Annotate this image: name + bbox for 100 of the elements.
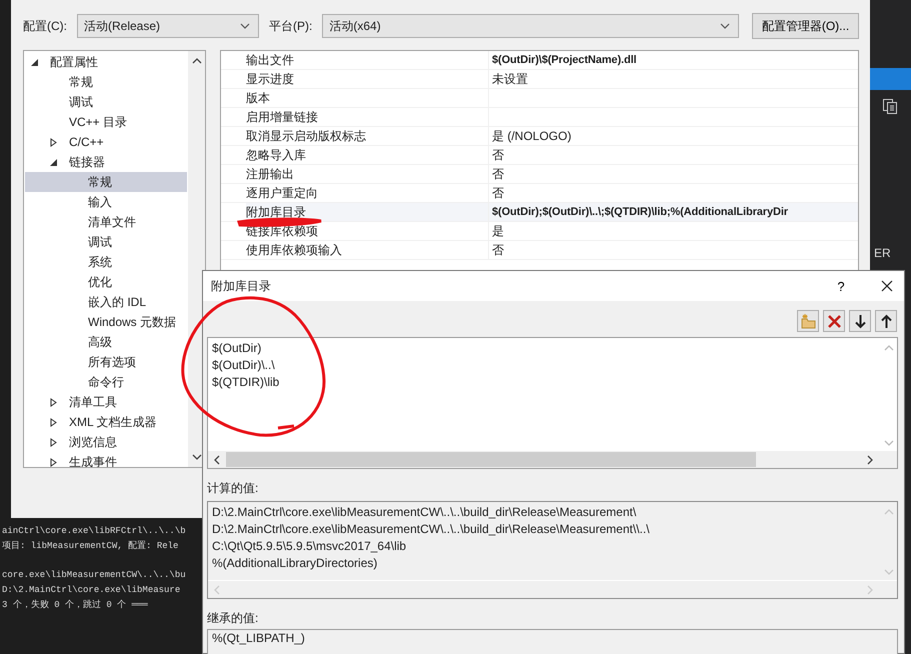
computed-values-box[interactable]	[207, 501, 898, 599]
property-value: 是	[488, 222, 858, 240]
collapsed-triangle-icon	[50, 438, 57, 446]
scroll-right-icon	[867, 454, 873, 464]
property-name: 版本	[246, 90, 271, 106]
scroll-down-icon	[192, 454, 202, 460]
scroll-up-icon	[884, 345, 894, 351]
tree-item[interactable]: 命令行	[25, 372, 187, 392]
collapsed-triangle-icon	[50, 458, 57, 466]
property-row[interactable]: 注册输出 否	[221, 165, 858, 184]
tree-item[interactable]: 清单文件	[25, 212, 187, 232]
tree-item[interactable]: Windows 元数据	[25, 312, 187, 332]
expanded-triangle-icon	[50, 158, 57, 166]
computed-values-label: 计算的值:	[207, 481, 260, 496]
dropdown-value: 活动(x64)	[329, 18, 381, 34]
inherited-values-label: 继承的值:	[207, 611, 260, 626]
property-row[interactable]: 取消显示启动版权标志 是 (/NOLOGO)	[221, 127, 858, 146]
inherited-value: %(Qt_LIBPATH_)	[212, 631, 306, 646]
tree-item[interactable]: C/C++	[25, 132, 187, 152]
property-row[interactable]: 忽略导入库 否	[221, 146, 858, 165]
property-value: 未设置	[488, 70, 858, 88]
output-line: D:\2.MainCtrl\core.exe\libMeasure	[2, 584, 182, 597]
tree-item[interactable]: 清单工具	[25, 392, 187, 412]
property-value: 否	[488, 241, 858, 259]
output-line: 项目: libMeasurementCW, 配置: Rele	[2, 540, 180, 553]
tree-item[interactable]: 输入	[25, 192, 187, 212]
property-value: $(OutDir);$(OutDir)\..\;$(QTDIR)\lib;%(AdditionalLibraryDir	[488, 203, 858, 221]
tree-item[interactable]: 浏览信息	[25, 432, 187, 452]
property-name: 使用库依赖项输入	[246, 242, 343, 258]
platform-label: 平台(P):	[269, 18, 312, 34]
property-row[interactable]: 显示进度 未设置	[221, 70, 858, 89]
new-folder-icon	[800, 312, 816, 330]
property-row[interactable]: 使用库依赖项输入 否	[221, 241, 858, 260]
tree-item[interactable]: 高级	[25, 332, 187, 352]
scrollbar-thumb[interactable]	[226, 452, 756, 467]
tree-item[interactable]: 系统	[25, 252, 187, 272]
property-name: 忽略导入库	[246, 146, 307, 164]
directory-entry: $(OutDir)	[212, 340, 262, 357]
chevron-down-icon	[720, 23, 730, 29]
delete-button[interactable]	[823, 310, 845, 332]
scroll-right-icon	[867, 584, 873, 594]
property-row[interactable]: 启用增量链接	[221, 108, 858, 127]
computed-value: D:\2.MainCtrl\core.exe\libMeasurementCW\..\..\build_dir\Release\Measurement\\..\	[212, 521, 651, 538]
directory-entry: $(OutDir)\..\	[212, 357, 276, 374]
property-value: 否	[488, 184, 858, 202]
code-text: ER	[873, 246, 891, 260]
tree-item[interactable]: 常规	[25, 72, 187, 92]
dropdown-value: 活动(Release)	[84, 18, 160, 34]
scroll-up-icon	[884, 509, 894, 515]
output-line: core.exe\libMeasurementCW\..\..\bu	[2, 569, 187, 582]
move-down-button[interactable]	[849, 310, 871, 332]
property-name: 取消显示启动版权标志	[246, 128, 367, 144]
delete-icon	[826, 312, 842, 330]
tree-item[interactable]: VC++ 目录	[25, 112, 187, 132]
horizontal-scrollbar[interactable]	[208, 451, 897, 468]
computed-value: %(AdditionalLibraryDirectories)	[212, 555, 378, 572]
property-row[interactable]: 版本	[221, 89, 858, 108]
property-name: 附加库目录	[246, 204, 307, 220]
tree-item[interactable]: 链接器	[25, 152, 187, 172]
tree-item[interactable]: 生成事件	[25, 452, 187, 467]
property-name: 输出文件	[246, 52, 295, 68]
scroll-down-icon	[884, 569, 894, 575]
tree-item[interactable]: 所有选项	[25, 352, 187, 372]
config-dropdown[interactable]: 活动(Release)	[77, 14, 259, 38]
collapsed-triangle-icon	[50, 138, 57, 146]
tree-item[interactable]: 嵌入的 IDL	[25, 292, 187, 312]
property-row[interactable]: 输出文件 $(OutDir)\$(ProjectName).dll	[221, 51, 858, 70]
property-name: 逐用户重定向	[246, 184, 319, 202]
tree-item[interactable]: 优化	[25, 272, 187, 292]
property-row[interactable]: 附加库目录 $(OutDir);$(OutDir)\..\;$(QTDIR)\lib;%(AdditionalLibraryDir	[221, 203, 858, 222]
tree-item[interactable]: 常规	[25, 172, 187, 192]
property-name: 启用增量链接	[246, 108, 319, 126]
property-value: 否	[488, 146, 858, 164]
scroll-left-icon	[214, 454, 220, 464]
property-name: 注册输出	[246, 166, 295, 182]
tree-item[interactable]: 调试	[25, 92, 187, 112]
expanded-triangle-icon	[31, 58, 38, 66]
collapsed-triangle-icon	[50, 418, 57, 426]
output-line: ainCtrl\core.exe\libRFCtrl\..\..\b	[2, 525, 187, 538]
chevron-down-icon	[240, 23, 250, 29]
tree-item[interactable]: XML 文档生成器	[25, 412, 187, 432]
directory-list[interactable]: $(OutDir) $(OutDir)\..\ $(QTDIR)\lib	[207, 337, 898, 469]
platform-dropdown[interactable]: 活动(x64)	[322, 14, 739, 38]
copy-icon	[882, 98, 898, 114]
property-value: $(OutDir)\$(ProjectName).dll	[488, 51, 858, 69]
property-value: 否	[488, 165, 858, 183]
move-up-button[interactable]	[875, 310, 897, 332]
directory-entry: $(QTDIR)\lib	[212, 374, 280, 391]
close-icon	[881, 280, 893, 292]
help-button[interactable]: ?	[826, 271, 856, 301]
tree-item[interactable]: 调试	[25, 232, 187, 252]
config-label: 配置(C):	[23, 18, 67, 34]
tree-item[interactable]: 配置属性	[25, 52, 187, 72]
scroll-left-icon	[214, 584, 220, 594]
window-title: 附加库目录	[211, 278, 272, 294]
computed-value: C:\Qt\Qt5.9.5\5.9.5\msvc2017_64\lib	[212, 538, 408, 555]
output-line: 3 个，失败 0 个，跳过 0 个 ═══	[2, 598, 149, 612]
config-manager-button[interactable]: 配置管理器(O)...	[752, 13, 859, 39]
scroll-up-icon	[192, 58, 202, 64]
scroll-down-icon	[884, 440, 894, 446]
